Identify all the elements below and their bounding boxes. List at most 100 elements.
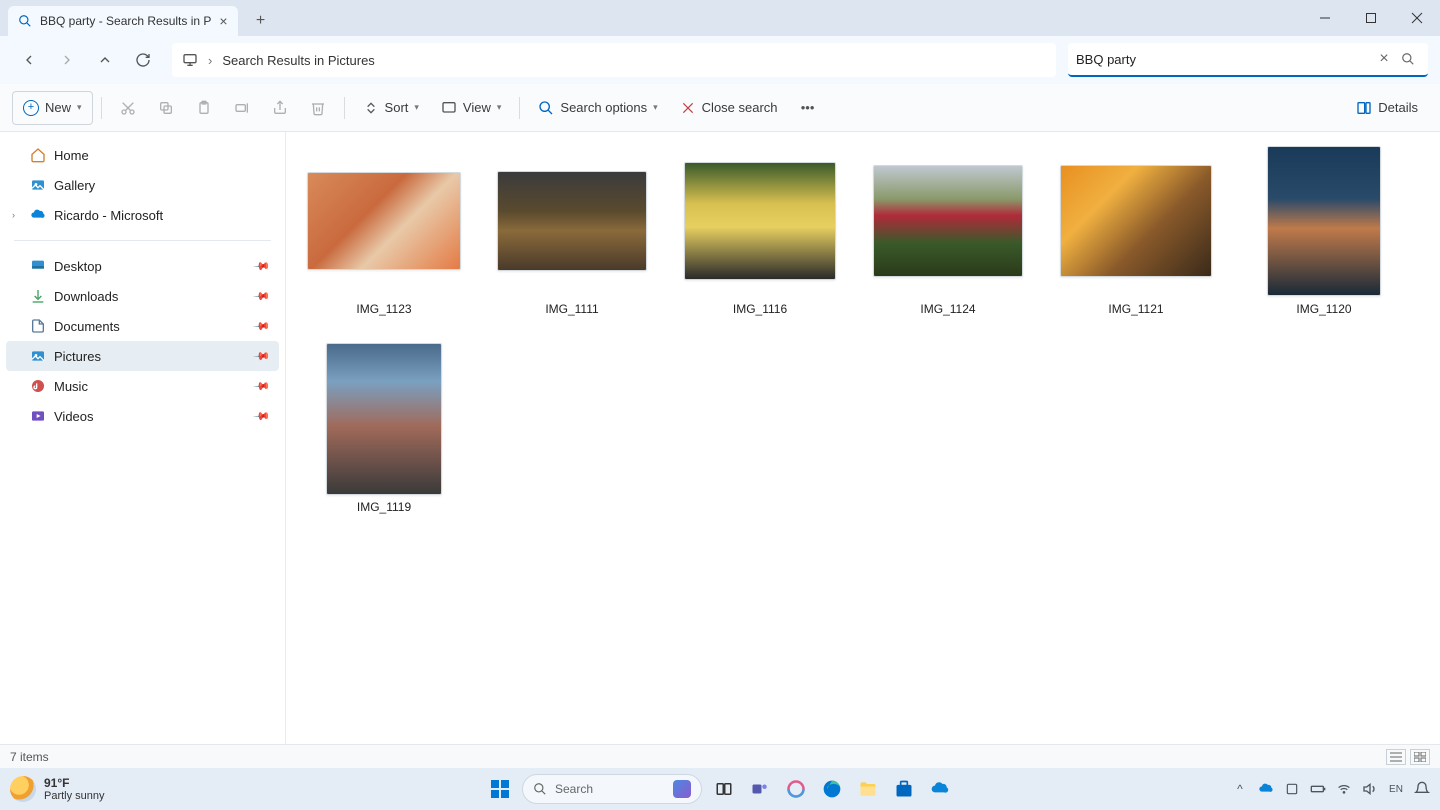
image-thumbnail bbox=[1060, 165, 1212, 277]
more-button[interactable]: ••• bbox=[790, 91, 826, 125]
chevron-down-icon: ▾ bbox=[414, 102, 419, 113]
close-icon bbox=[680, 100, 696, 116]
file-item[interactable]: IMG_1123 bbox=[304, 146, 464, 316]
file-name: IMG_1119 bbox=[357, 500, 411, 514]
refresh-button[interactable] bbox=[126, 43, 160, 77]
sort-button[interactable]: Sort ▾ bbox=[353, 91, 429, 125]
tray-app-icon[interactable] bbox=[1284, 781, 1300, 797]
sidebar-item-home[interactable]: Home bbox=[6, 140, 279, 170]
nav-row: › Search Results in Pictures × bbox=[0, 36, 1440, 84]
back-button[interactable] bbox=[12, 43, 46, 77]
copy-button[interactable] bbox=[148, 91, 184, 125]
sidebar-item-label: Home bbox=[54, 148, 89, 163]
file-item[interactable]: IMG_1120 bbox=[1244, 146, 1404, 316]
search-highlight-icon bbox=[673, 780, 691, 798]
sidebar-item-desktop[interactable]: Desktop📌 bbox=[6, 251, 279, 281]
thumbnail bbox=[304, 146, 464, 296]
taskbar-app-store[interactable] bbox=[890, 775, 918, 803]
system-tray[interactable]: ^ EN bbox=[1232, 781, 1430, 797]
videos-icon bbox=[30, 408, 46, 424]
item-count: 7 items bbox=[10, 750, 49, 764]
tray-language-icon[interactable]: EN bbox=[1388, 781, 1404, 797]
new-button[interactable]: + New ▾ bbox=[12, 91, 93, 125]
taskbar-app-onedrive[interactable] bbox=[926, 775, 954, 803]
details-icon bbox=[1356, 100, 1372, 116]
file-name: IMG_1120 bbox=[1296, 302, 1351, 316]
cut-button[interactable] bbox=[110, 91, 146, 125]
taskbar-app-teams[interactable] bbox=[746, 775, 774, 803]
content-area: IMG_1123 IMG_1111 IMG_1116 IMG_1124 IMG_1121… bbox=[286, 132, 1440, 744]
taskbar: 91°F Partly sunny Search ^ EN bbox=[0, 768, 1440, 810]
file-item[interactable]: IMG_1111 bbox=[492, 146, 652, 316]
search-options-icon bbox=[538, 100, 554, 116]
sidebar-item-ricardo-microsoft[interactable]: ›Ricardo - Microsoft bbox=[6, 200, 279, 230]
maximize-button[interactable] bbox=[1348, 0, 1394, 36]
thumbnails-view-toggle[interactable] bbox=[1410, 749, 1430, 765]
tray-chevron-icon[interactable]: ^ bbox=[1232, 781, 1248, 797]
paste-button[interactable] bbox=[186, 91, 222, 125]
close-window-button[interactable] bbox=[1394, 0, 1440, 36]
details-button[interactable]: Details bbox=[1346, 91, 1428, 125]
new-tab-button[interactable]: + bbox=[248, 8, 274, 34]
search-icon[interactable] bbox=[1396, 52, 1420, 66]
sidebar-item-documents[interactable]: Documents📌 bbox=[6, 311, 279, 341]
close-search-button[interactable]: Close search bbox=[670, 91, 788, 125]
monitor-icon bbox=[182, 52, 198, 68]
tab-title: BBQ party - Search Results in P bbox=[40, 14, 211, 28]
sidebar-item-gallery[interactable]: Gallery bbox=[6, 170, 279, 200]
close-tab-icon[interactable]: × bbox=[219, 13, 227, 29]
sidebar-item-pictures[interactable]: Pictures📌 bbox=[6, 341, 279, 371]
onedrive-icon bbox=[30, 207, 46, 223]
image-thumbnail bbox=[873, 165, 1023, 277]
plus-circle-icon: + bbox=[23, 100, 39, 116]
taskbar-search[interactable]: Search bbox=[522, 774, 702, 804]
tray-volume-icon[interactable] bbox=[1362, 781, 1378, 797]
taskbar-weather[interactable]: 91°F Partly sunny bbox=[10, 776, 105, 802]
file-item[interactable]: IMG_1119 bbox=[304, 344, 464, 514]
clear-search-icon[interactable]: × bbox=[1372, 50, 1396, 68]
file-name: IMG_1111 bbox=[545, 302, 598, 316]
taskbar-app-copilot[interactable] bbox=[782, 775, 810, 803]
sidebar-item-music[interactable]: Music📌 bbox=[6, 371, 279, 401]
taskbar-app-taskview[interactable] bbox=[710, 775, 738, 803]
file-name: IMG_1124 bbox=[920, 302, 975, 316]
new-label: New bbox=[45, 100, 71, 115]
toolbar: + New ▾ Sort ▾ View ▾ Search options ▾ C… bbox=[0, 84, 1440, 132]
share-button[interactable] bbox=[262, 91, 298, 125]
search-box[interactable]: × bbox=[1068, 43, 1428, 77]
thumbnail bbox=[680, 146, 840, 296]
tray-onedrive-icon[interactable] bbox=[1258, 781, 1274, 797]
chevron-down-icon: ▾ bbox=[653, 102, 658, 113]
taskbar-search-placeholder: Search bbox=[555, 782, 593, 796]
tray-notification-icon[interactable] bbox=[1414, 781, 1430, 797]
tray-wifi-icon[interactable] bbox=[1336, 781, 1352, 797]
rename-button[interactable] bbox=[224, 91, 260, 125]
breadcrumb-text: Search Results in Pictures bbox=[222, 53, 374, 68]
minimize-button[interactable] bbox=[1302, 0, 1348, 36]
details-view-toggle[interactable] bbox=[1386, 749, 1406, 765]
sidebar-item-videos[interactable]: Videos📌 bbox=[6, 401, 279, 431]
sidebar-item-downloads[interactable]: Downloads📌 bbox=[6, 281, 279, 311]
forward-button[interactable] bbox=[50, 43, 84, 77]
file-item[interactable]: IMG_1116 bbox=[680, 146, 840, 316]
gallery-icon bbox=[30, 177, 46, 193]
tray-battery-icon[interactable] bbox=[1310, 781, 1326, 797]
window-tab[interactable]: BBQ party - Search Results in P × bbox=[8, 6, 238, 36]
delete-button[interactable] bbox=[300, 91, 336, 125]
taskbar-app-edge[interactable] bbox=[818, 775, 846, 803]
sort-label: Sort bbox=[385, 100, 409, 115]
sidebar-item-label: Videos bbox=[54, 409, 94, 424]
file-item[interactable]: IMG_1124 bbox=[868, 146, 1028, 316]
start-button[interactable] bbox=[486, 775, 514, 803]
view-button[interactable]: View ▾ bbox=[431, 91, 511, 125]
home-icon bbox=[30, 147, 46, 163]
copy-icon bbox=[158, 100, 174, 116]
up-button[interactable] bbox=[88, 43, 122, 77]
search-input[interactable] bbox=[1076, 52, 1372, 67]
separator bbox=[101, 97, 102, 119]
file-item[interactable]: IMG_1121 bbox=[1056, 146, 1216, 316]
address-bar[interactable]: › Search Results in Pictures bbox=[172, 43, 1056, 77]
pin-icon: 📌 bbox=[253, 287, 272, 306]
taskbar-app-explorer[interactable] bbox=[854, 775, 882, 803]
search-options-button[interactable]: Search options ▾ bbox=[528, 91, 667, 125]
